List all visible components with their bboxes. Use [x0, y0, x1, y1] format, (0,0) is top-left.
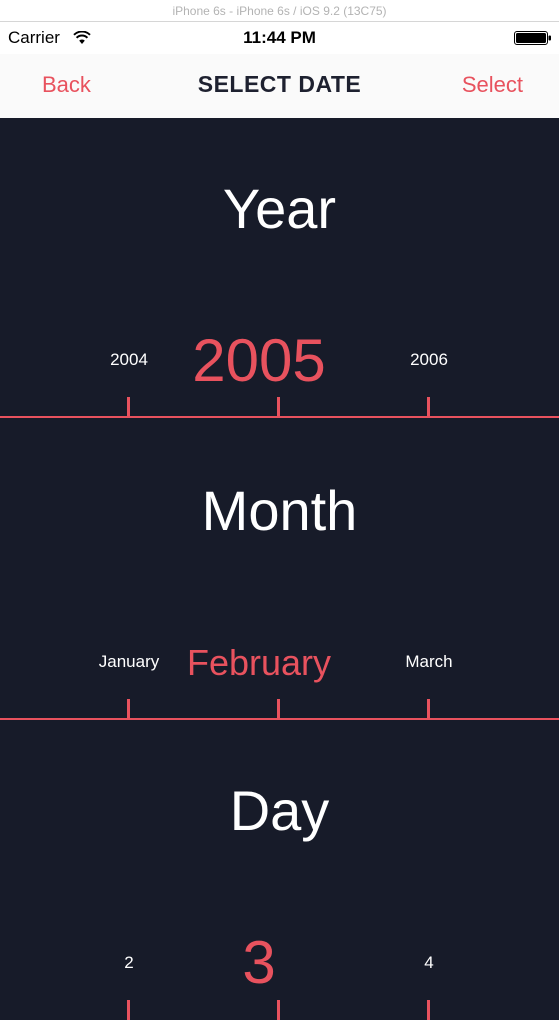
- month-option-current[interactable]: February: [179, 642, 339, 684]
- year-ruler-tick: [427, 397, 430, 417]
- day-ruler-tick: [427, 1000, 430, 1020]
- year-picker[interactable]: Year 2004 2005 2006: [0, 118, 559, 420]
- year-ruler-line: [0, 416, 559, 418]
- day-ruler-tick: [127, 1000, 130, 1020]
- year-option-next[interactable]: 2006: [349, 350, 509, 370]
- month-ruler-tick: [127, 699, 130, 719]
- year-ruler-tick: [127, 397, 130, 417]
- status-time: 11:44 PM: [243, 28, 316, 47]
- simulator-title: iPhone 6s - iPhone 6s / iOS 9.2 (13C75): [0, 0, 559, 22]
- day-option-current[interactable]: 3: [179, 928, 339, 997]
- month-ruler-tick: [427, 699, 430, 719]
- year-option-current[interactable]: 2005: [179, 326, 339, 395]
- select-button[interactable]: Select: [462, 72, 523, 98]
- day-option-next[interactable]: 4: [349, 953, 509, 973]
- day-picker[interactable]: Day 2 3 4: [0, 720, 559, 1020]
- navigation-bar: Back SELECT DATE Select: [0, 54, 559, 118]
- month-picker[interactable]: Month January February March: [0, 420, 559, 722]
- year-ruler-tick: [277, 397, 280, 417]
- battery-icon: [514, 31, 551, 45]
- day-ruler-tick: [277, 1000, 280, 1020]
- day-title: Day: [229, 779, 330, 842]
- year-title: Year: [222, 177, 337, 240]
- month-title: Month: [201, 479, 358, 542]
- month-ruler-tick: [277, 699, 280, 719]
- status-bar: Carrier 11:44 PM: [0, 22, 559, 54]
- month-option-next[interactable]: March: [349, 652, 509, 672]
